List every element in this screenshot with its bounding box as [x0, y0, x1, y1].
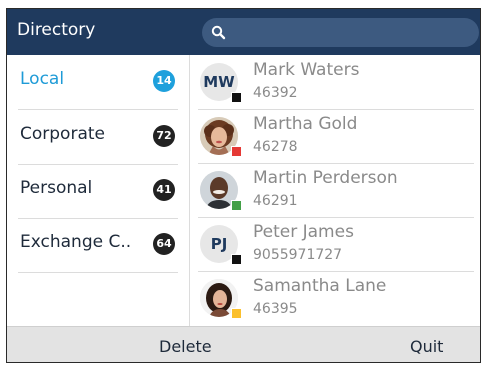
presence-indicator	[231, 308, 242, 319]
search-input[interactable]	[232, 22, 471, 45]
list-item[interactable]: Martha Gold 46278	[190, 109, 480, 163]
sidebar-item-corporate[interactable]: Corporate 72	[7, 110, 190, 164]
sidebar-item-local[interactable]: Local 14	[7, 55, 190, 109]
sidebar-item-exchange[interactable]: Exchange C.. 64	[7, 218, 190, 272]
page-title: Directory	[17, 20, 96, 40]
presence-indicator	[231, 146, 242, 157]
sidebar-item-label: Corporate	[20, 124, 105, 144]
contact-list: MW Mark Waters 46392 Martha Gold 46278 M…	[190, 55, 480, 326]
contact-number: 9055971727	[253, 247, 343, 263]
presence-indicator	[231, 254, 242, 265]
list-item[interactable]: PJ Peter James 9055971727	[190, 217, 480, 271]
sidebar-item-label: Personal	[20, 178, 93, 198]
header-bar: Directory	[7, 9, 480, 55]
count-badge: 41	[153, 179, 175, 201]
presence-indicator	[231, 92, 242, 103]
quit-button[interactable]: Quit	[410, 337, 443, 356]
search-box[interactable]	[202, 18, 479, 47]
list-item[interactable]: MW Mark Waters 46392	[190, 55, 480, 109]
softkey-bar: Delete Quit	[7, 326, 480, 362]
contact-name: Martin Perderson	[253, 168, 398, 188]
count-badge: 14	[153, 70, 175, 92]
directory-sidebar: Local 14 Corporate 72 Personal 41 Exchan…	[7, 55, 190, 326]
sidebar-item-personal[interactable]: Personal 41	[7, 164, 190, 218]
search-icon	[211, 25, 226, 40]
contact-number: 46278	[253, 139, 298, 155]
count-badge: 64	[153, 233, 175, 255]
contact-name: Mark Waters	[253, 60, 360, 80]
sidebar-item-label: Exchange C..	[20, 232, 132, 252]
directory-screen: Directory Local 14 Corporate 72 Personal…	[6, 8, 481, 363]
contact-name: Samantha Lane	[253, 276, 387, 296]
sidebar-item-label: Local	[20, 69, 65, 89]
divider	[18, 272, 178, 273]
contact-number: 46392	[253, 85, 298, 101]
contact-number: 46291	[253, 193, 298, 209]
delete-button[interactable]: Delete	[159, 337, 212, 356]
presence-indicator	[231, 200, 242, 211]
contact-name: Peter James	[253, 222, 354, 242]
list-item[interactable]: Martin Perderson 46291	[190, 163, 480, 217]
contact-number: 46395	[253, 301, 298, 317]
contact-name: Martha Gold	[253, 114, 358, 134]
list-item[interactable]: Samantha Lane 46395	[190, 271, 480, 325]
count-badge: 72	[153, 125, 175, 147]
